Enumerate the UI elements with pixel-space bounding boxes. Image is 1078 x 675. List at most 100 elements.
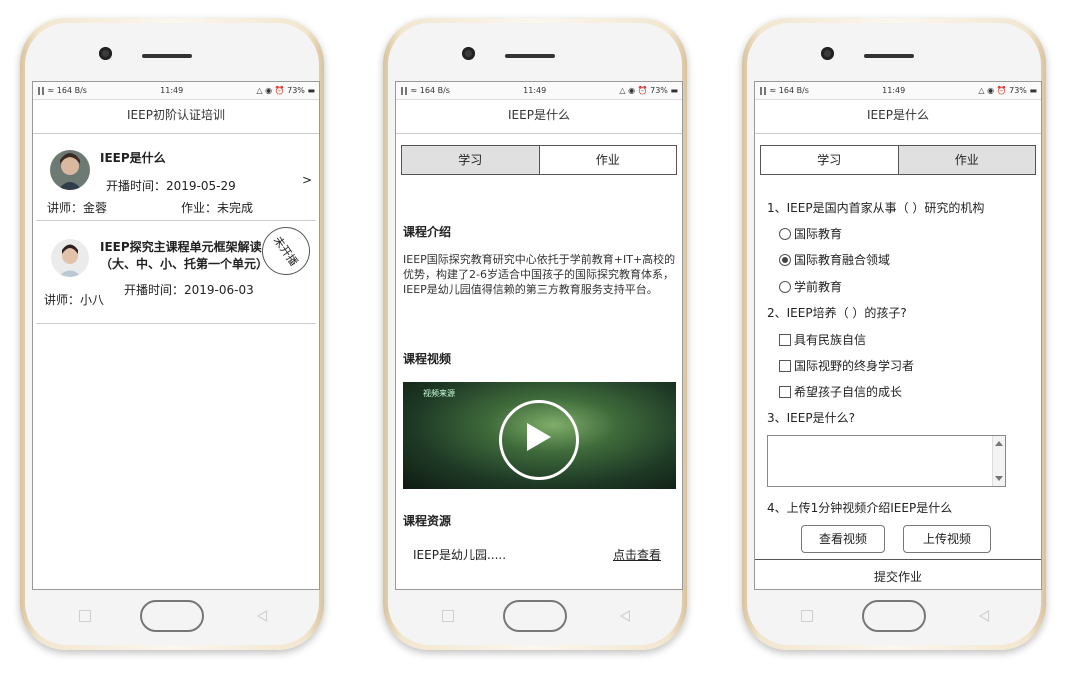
radio-icon[interactable] xyxy=(779,227,791,240)
course-item[interactable]: IEEP探究主课程单元框架解读 （大、中、小、托第一个单元） 开播时间：2019… xyxy=(36,217,319,324)
option-label: 国际教育 xyxy=(794,227,843,241)
play-icon[interactable] xyxy=(527,423,551,451)
phone-body: ‖‖ ≈ 164 B/s 11:49 △ ◉ ⏰ 73% ▬ IEEP是什么 学… xyxy=(747,23,1042,645)
section-title-video: 课程视频 xyxy=(403,352,452,366)
course-intro-text: IEEP国际探究教育研究中心依托于学前教育+IT+高校的优势，构建了2-6岁适合… xyxy=(403,253,676,296)
avatar xyxy=(50,150,90,190)
earpiece-speaker xyxy=(864,54,914,58)
section-title-resources: 课程资源 xyxy=(403,514,452,528)
scroll-down-icon[interactable] xyxy=(995,476,1003,481)
status-bar: ‖‖ ≈ 164 B/s 11:49 △ ◉ ⏰ 73% ▬ xyxy=(396,82,682,100)
signal-network-text: ‖‖ ≈ 164 B/s xyxy=(759,86,809,95)
option-checkbox[interactable]: 具有民族自信 xyxy=(779,331,866,348)
front-camera xyxy=(821,47,834,60)
front-camera xyxy=(99,47,112,60)
clock: 11:49 xyxy=(523,86,547,95)
course-title: IEEP探究主课程单元框架解读 xyxy=(100,240,262,254)
avatar xyxy=(51,239,89,277)
option-radio[interactable]: 学前教育 xyxy=(779,278,842,295)
course-item[interactable]: IEEP是什么 开播时间：2019-05-29 > 讲师：金蓉 作业：未完成 xyxy=(36,133,316,221)
signal-network-text: ‖‖ ≈ 164 B/s xyxy=(37,86,87,95)
page-title: IEEP初阶认证培训 xyxy=(33,100,319,134)
answer-textarea[interactable] xyxy=(767,435,1006,487)
not-started-stamp: 未开播 xyxy=(252,217,319,285)
signal-network-text: ‖‖ ≈ 164 B/s xyxy=(400,86,450,95)
course-title: IEEP是什么 xyxy=(100,151,166,165)
home-button[interactable] xyxy=(862,600,926,632)
course-teacher: 讲师：金蓉 xyxy=(47,201,108,215)
upload-video-button[interactable]: 上传视频 xyxy=(903,525,991,553)
option-radio[interactable]: 国际教育 xyxy=(779,225,842,242)
phone-frame-2: ‖‖ ≈ 164 B/s 11:49 △ ◉ ⏰ 73% ▬ IEEP是什么 学… xyxy=(383,18,687,650)
tab-homework[interactable]: 作业 xyxy=(897,146,1035,174)
hardware-nav-bar xyxy=(25,597,319,637)
video-watermark: 视频来源 xyxy=(423,389,455,398)
view-resource-link[interactable]: 点击查看 xyxy=(613,546,661,563)
option-checkbox[interactable]: 希望孩子自信的成长 xyxy=(779,383,902,400)
recent-apps-icon[interactable] xyxy=(801,610,813,622)
screen-study: ‖‖ ≈ 164 B/s 11:49 △ ◉ ⏰ 73% ▬ IEEP是什么 学… xyxy=(395,81,683,590)
question-4: 4、上传1分钟视频介绍IEEP是什么 xyxy=(767,501,953,515)
tab-homework[interactable]: 作业 xyxy=(538,146,676,174)
scroll-up-icon[interactable] xyxy=(995,441,1003,446)
phone-body: ‖‖ ≈ 164 B/s 11:49 △ ◉ ⏰ 73% ▬ IEEP是什么 学… xyxy=(388,23,683,645)
front-camera xyxy=(462,47,475,60)
home-button[interactable] xyxy=(140,600,204,632)
tab-bar: 学习 作业 xyxy=(760,145,1036,175)
radio-icon[interactable] xyxy=(779,280,791,293)
option-label: 学前教育 xyxy=(794,280,843,294)
option-checkbox[interactable]: 国际视野的终身学习者 xyxy=(779,357,914,374)
section-title-intro: 课程介绍 xyxy=(403,225,452,239)
checkbox-icon[interactable] xyxy=(779,385,791,398)
checkbox-icon[interactable] xyxy=(779,359,791,372)
back-icon[interactable] xyxy=(257,610,267,622)
submit-homework-button[interactable]: 提交作业 xyxy=(755,559,1041,589)
checkbox-icon[interactable] xyxy=(779,333,791,346)
teacher-photo-icon xyxy=(50,150,90,190)
question-1: 1、IEEP是国内首家从事（ ）研究的机构 xyxy=(767,201,985,215)
status-bar: ‖‖ ≈ 164 B/s 11:49 △ ◉ ⏰ 73% ▬ xyxy=(33,82,319,100)
back-icon[interactable] xyxy=(620,610,630,622)
video-player[interactable]: 视频来源 xyxy=(403,382,676,489)
option-label: 国际教育融合领域 xyxy=(794,253,891,267)
course-time: 开播时间：2019-05-29 xyxy=(106,179,236,193)
course-teacher: 讲师：小八 xyxy=(44,293,105,307)
earpiece-speaker xyxy=(505,54,555,58)
homework-status: 作业：未完成 xyxy=(181,201,254,215)
phone-frame-1: ‖‖ ≈ 164 B/s 11:49 △ ◉ ⏰ 73% ▬ IEEP初阶认证培… xyxy=(20,18,324,650)
screen-homework: ‖‖ ≈ 164 B/s 11:49 △ ◉ ⏰ 73% ▬ IEEP是什么 学… xyxy=(754,81,1042,590)
clock: 11:49 xyxy=(160,86,184,95)
status-bar: ‖‖ ≈ 164 B/s 11:49 △ ◉ ⏰ 73% ▬ xyxy=(755,82,1041,100)
battery-status: △ ◉ ⏰ 73% ▬ xyxy=(256,86,315,95)
tab-study[interactable]: 学习 xyxy=(761,146,898,174)
phone-body: ‖‖ ≈ 164 B/s 11:49 △ ◉ ⏰ 73% ▬ IEEP初阶认证培… xyxy=(25,23,320,645)
phone-frame-3: ‖‖ ≈ 164 B/s 11:49 △ ◉ ⏰ 73% ▬ IEEP是什么 学… xyxy=(742,18,1046,650)
hardware-nav-bar xyxy=(747,597,1041,637)
recent-apps-icon[interactable] xyxy=(442,610,454,622)
textarea-scrollbar[interactable] xyxy=(992,436,1005,486)
earpiece-speaker xyxy=(142,54,192,58)
page-title: IEEP是什么 xyxy=(396,100,682,134)
course-time: 开播时间：2019-06-03 xyxy=(124,283,254,297)
screen-course-list: ‖‖ ≈ 164 B/s 11:49 △ ◉ ⏰ 73% ▬ IEEP初阶认证培… xyxy=(32,81,320,590)
question-2: 2、IEEP培养（ ）的孩子? xyxy=(767,306,907,320)
back-icon[interactable] xyxy=(979,610,989,622)
option-radio-selected[interactable]: 国际教育融合领域 xyxy=(779,251,890,268)
tab-study[interactable]: 学习 xyxy=(402,146,539,174)
recent-apps-icon[interactable] xyxy=(79,610,91,622)
teacher-photo-icon xyxy=(51,239,89,277)
page-title: IEEP是什么 xyxy=(755,100,1041,134)
hardware-nav-bar xyxy=(388,597,682,637)
battery-status: △ ◉ ⏰ 73% ▬ xyxy=(619,86,678,95)
view-video-button[interactable]: 查看视频 xyxy=(801,525,885,553)
radio-selected-icon[interactable] xyxy=(779,253,791,266)
battery-status: △ ◉ ⏰ 73% ▬ xyxy=(978,86,1037,95)
option-label: 希望孩子自信的成长 xyxy=(794,385,903,399)
resource-name: IEEP是幼儿园..... xyxy=(413,548,507,562)
chevron-right-icon[interactable]: > xyxy=(302,173,312,187)
tab-bar: 学习 作业 xyxy=(401,145,677,175)
option-label: 具有民族自信 xyxy=(794,333,867,347)
course-title-subtitle: （大、中、小、托第一个单元） xyxy=(100,257,269,271)
home-button[interactable] xyxy=(503,600,567,632)
clock: 11:49 xyxy=(882,86,906,95)
